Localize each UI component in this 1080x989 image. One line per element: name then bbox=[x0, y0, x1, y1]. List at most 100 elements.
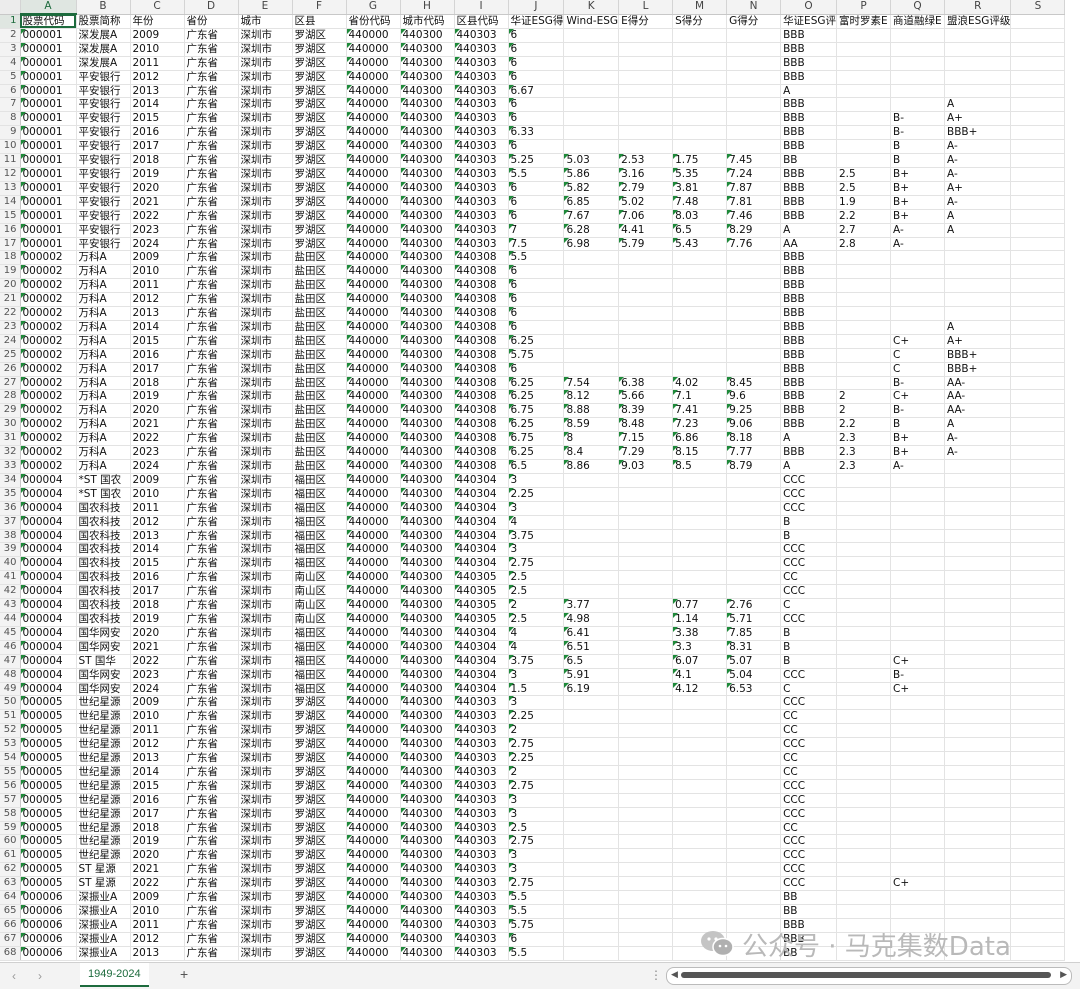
cell-F12[interactable]: 罗湖区 bbox=[292, 167, 347, 182]
row-header-53[interactable]: 53 bbox=[0, 737, 21, 753]
cell-C5[interactable]: 2012 bbox=[130, 70, 185, 85]
cell-F27[interactable]: 盐田区 bbox=[292, 376, 347, 391]
cell-E45[interactable]: 深圳市 bbox=[238, 626, 293, 641]
cell-G24[interactable]: 440000 bbox=[346, 334, 401, 349]
cell-R44[interactable] bbox=[944, 612, 1012, 627]
cell-I30[interactable]: 440308 bbox=[454, 417, 509, 433]
cell-Q25[interactable]: C bbox=[890, 348, 945, 363]
cell-A52[interactable]: 000005 bbox=[20, 723, 77, 739]
cell-S20[interactable] bbox=[1010, 278, 1066, 294]
cell-M2[interactable] bbox=[672, 28, 728, 43]
cell-F33[interactable]: 盐田区 bbox=[292, 459, 347, 474]
cell-M17[interactable]: 5.43 bbox=[672, 237, 728, 252]
cell-F29[interactable]: 盐田区 bbox=[292, 403, 347, 419]
cell-A57[interactable]: 000005 bbox=[20, 793, 77, 808]
row-header-6[interactable]: 6 bbox=[0, 84, 21, 99]
cell-G64[interactable]: 440000 bbox=[346, 890, 401, 905]
cell-B65[interactable]: 深振业A bbox=[76, 904, 131, 919]
cell-R21[interactable] bbox=[944, 292, 1012, 308]
cell-E55[interactable]: 深圳市 bbox=[238, 765, 293, 780]
cell-R27[interactable]: AA- bbox=[944, 376, 1012, 391]
cell-N22[interactable] bbox=[726, 306, 782, 321]
cell-G46[interactable]: 440000 bbox=[346, 640, 401, 655]
cell-O36[interactable]: CCC bbox=[780, 501, 837, 516]
cell-R51[interactable] bbox=[944, 709, 1012, 725]
cell-M33[interactable]: 8.5 bbox=[672, 459, 728, 474]
cell-C19[interactable]: 2010 bbox=[130, 264, 185, 280]
cell-B35[interactable]: *ST 国农 bbox=[76, 487, 131, 502]
cell-C66[interactable]: 2011 bbox=[130, 918, 185, 933]
cell-I2[interactable]: 440303 bbox=[454, 28, 509, 43]
cell-N48[interactable]: 5.04 bbox=[726, 668, 782, 683]
cell-J2[interactable]: 6 bbox=[508, 28, 565, 43]
row-header-32[interactable]: 32 bbox=[0, 445, 21, 460]
row-header-2[interactable]: 2 bbox=[0, 28, 21, 43]
cell-J11[interactable]: 5.25 bbox=[508, 153, 565, 168]
cell-D6[interactable]: 广东省 bbox=[184, 84, 239, 99]
cell-L1[interactable]: E得分 bbox=[618, 14, 674, 29]
cell-F34[interactable]: 福田区 bbox=[292, 473, 347, 488]
cell-D49[interactable]: 广东省 bbox=[184, 682, 239, 697]
cell-F64[interactable]: 罗湖区 bbox=[292, 890, 347, 905]
cell-O26[interactable]: BBB bbox=[780, 362, 837, 377]
cell-R8[interactable]: A+ bbox=[944, 111, 1012, 127]
cell-Q37[interactable] bbox=[890, 515, 945, 530]
cell-M51[interactable] bbox=[672, 709, 728, 725]
cell-P36[interactable] bbox=[836, 501, 891, 516]
cell-N8[interactable] bbox=[726, 111, 782, 127]
cell-L34[interactable] bbox=[618, 473, 674, 488]
cell-J28[interactable]: 6.25 bbox=[508, 389, 565, 405]
cell-O63[interactable]: CCC bbox=[780, 876, 837, 892]
row-header-4[interactable]: 4 bbox=[0, 56, 21, 71]
cell-A5[interactable]: 000001 bbox=[20, 70, 77, 85]
row-header-39[interactable]: 39 bbox=[0, 542, 21, 558]
cell-S44[interactable] bbox=[1010, 612, 1066, 627]
cell-R25[interactable]: BBB+ bbox=[944, 348, 1012, 363]
row-header-48[interactable]: 48 bbox=[0, 668, 21, 683]
cell-M26[interactable] bbox=[672, 362, 728, 377]
cell-A2[interactable]: 000001 bbox=[20, 28, 77, 43]
cell-R29[interactable]: AA- bbox=[944, 403, 1012, 419]
cell-E11[interactable]: 深圳市 bbox=[238, 153, 293, 168]
cell-K46[interactable]: 6.51 bbox=[563, 640, 620, 655]
cell-Q65[interactable] bbox=[890, 904, 945, 919]
cell-D11[interactable]: 广东省 bbox=[184, 153, 239, 168]
cell-G59[interactable]: 440000 bbox=[346, 821, 401, 836]
cell-Q11[interactable]: B bbox=[890, 153, 945, 168]
cell-B53[interactable]: 世纪星源 bbox=[76, 737, 131, 753]
cell-N42[interactable] bbox=[726, 584, 782, 600]
cell-H68[interactable]: 440300 bbox=[400, 946, 455, 961]
cell-F55[interactable]: 罗湖区 bbox=[292, 765, 347, 780]
cell-E39[interactable]: 深圳市 bbox=[238, 542, 293, 558]
cell-N62[interactable] bbox=[726, 862, 782, 878]
cell-H30[interactable]: 440300 bbox=[400, 417, 455, 433]
cell-G30[interactable]: 440000 bbox=[346, 417, 401, 433]
row-header-62[interactable]: 62 bbox=[0, 862, 21, 878]
cell-C39[interactable]: 2014 bbox=[130, 542, 185, 558]
cell-A39[interactable]: 000004 bbox=[20, 542, 77, 558]
cell-J14[interactable]: 6 bbox=[508, 195, 565, 210]
cell-S45[interactable] bbox=[1010, 626, 1066, 641]
cell-P16[interactable]: 2.7 bbox=[836, 223, 891, 238]
cell-C63[interactable]: 2022 bbox=[130, 876, 185, 892]
cell-E37[interactable]: 深圳市 bbox=[238, 515, 293, 530]
cell-I43[interactable]: 440305 bbox=[454, 598, 509, 613]
cell-G34[interactable]: 440000 bbox=[346, 473, 401, 488]
cell-C30[interactable]: 2021 bbox=[130, 417, 185, 433]
cell-C33[interactable]: 2024 bbox=[130, 459, 185, 474]
cell-S66[interactable] bbox=[1010, 918, 1066, 933]
row-header-19[interactable]: 19 bbox=[0, 264, 21, 280]
cell-N1[interactable]: G得分 bbox=[726, 14, 782, 29]
cell-O59[interactable]: CC bbox=[780, 821, 837, 836]
cell-A1[interactable]: 股票代码 bbox=[20, 14, 77, 29]
cell-O1[interactable]: 华证ESG评 bbox=[780, 14, 837, 29]
cell-P43[interactable] bbox=[836, 598, 891, 613]
cell-O53[interactable]: CCC bbox=[780, 737, 837, 753]
cell-Q20[interactable] bbox=[890, 278, 945, 294]
cell-L27[interactable]: 6.38 bbox=[618, 376, 674, 391]
row-header-63[interactable]: 63 bbox=[0, 876, 21, 892]
cell-K55[interactable] bbox=[563, 765, 620, 780]
cell-I65[interactable]: 440303 bbox=[454, 904, 509, 919]
cell-L39[interactable] bbox=[618, 542, 674, 558]
cell-O18[interactable]: BBB bbox=[780, 250, 837, 266]
